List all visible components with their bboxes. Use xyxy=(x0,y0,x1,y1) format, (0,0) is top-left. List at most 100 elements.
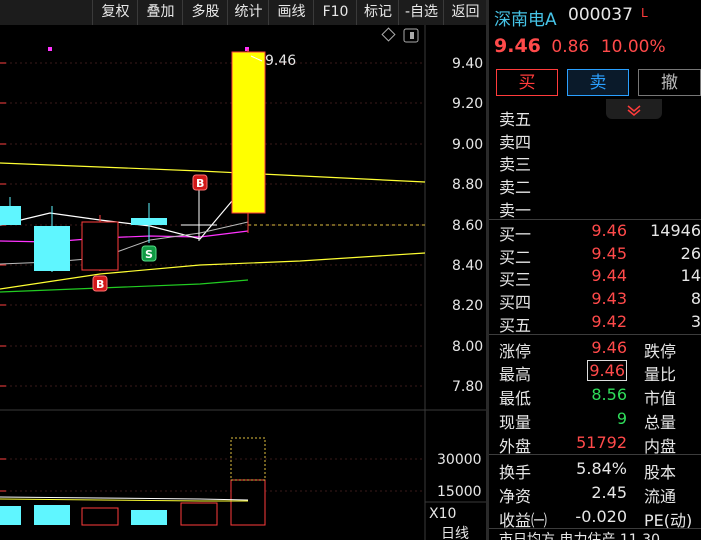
stat-label: 换手 xyxy=(499,463,532,482)
stat-value: 5.84% xyxy=(576,459,627,478)
stat-row: 涨停 9.46 跌停 xyxy=(489,336,701,361)
volume-bars xyxy=(0,437,266,526)
ma10-line xyxy=(0,162,426,183)
stat-row: 换手 5.84% 股本 xyxy=(489,457,701,482)
candle xyxy=(231,51,266,214)
bid-price: 9.44 xyxy=(591,266,627,285)
bid-row[interactable]: 买二 9.45 26 xyxy=(489,242,701,267)
bid-volume: 3 xyxy=(690,312,701,331)
volume-bar xyxy=(180,502,218,526)
ask-row[interactable]: 卖二 xyxy=(489,172,701,197)
divider xyxy=(489,454,701,455)
stat-row: 最高 9.46 量比 xyxy=(489,359,701,384)
bid-row[interactable]: 买三 9.44 14 xyxy=(489,264,701,289)
volume-bar xyxy=(34,505,70,525)
buy-marker[interactable]: B xyxy=(92,275,108,292)
stat-row: 收益㈠ -0.020 PE(动) xyxy=(489,505,701,530)
volume-tick-label: 15000 xyxy=(437,484,482,500)
toolbar-drawline-button[interactable]: 画线 xyxy=(268,0,314,25)
ask-row[interactable]: 卖三 xyxy=(489,149,701,174)
stat-label: 最低 xyxy=(499,389,532,408)
ask-row[interactable]: 卖四 xyxy=(489,127,701,152)
price-change: 0.86 xyxy=(551,37,590,57)
volume-bar xyxy=(131,510,167,525)
ask-row[interactable]: 卖一 xyxy=(489,195,701,220)
stat-value: 51792 xyxy=(576,433,627,452)
cancel-button[interactable]: 撤 xyxy=(638,69,701,96)
candle xyxy=(131,218,167,225)
ask-label: 卖一 xyxy=(499,201,532,220)
price-tick-label: 8.40 xyxy=(452,258,483,274)
svg-text:B: B xyxy=(96,278,104,291)
volume-bar xyxy=(81,507,119,526)
marker-dot xyxy=(48,47,52,51)
toolbar-mark-button[interactable]: 标记 xyxy=(356,0,399,25)
stat-value: 9.46 xyxy=(587,360,627,381)
diamond-icon[interactable] xyxy=(381,27,396,42)
quote-panel: 深南电A 000037 L 9.46 0.86 10.00% 买 卖 撤 卖五 … xyxy=(489,0,701,540)
volume-bar xyxy=(230,479,266,526)
kline-chart[interactable]: 9.40 9.20 9.00 8.80 8.60 8.40 8.20 8.00 … xyxy=(0,25,486,540)
kline-candles xyxy=(0,49,266,272)
stat-row: 净资 2.45 流通 xyxy=(489,481,701,506)
toolbar-overlay-button[interactable]: 叠加 xyxy=(137,0,183,25)
bid-row[interactable]: 买五 9.42 3 xyxy=(489,310,701,335)
bid-volume: 8 xyxy=(690,289,701,308)
toolbar-remove-watchlist-button[interactable]: -自选 xyxy=(398,0,444,25)
svg-text:B: B xyxy=(196,177,204,190)
price-change-pct: 10.00% xyxy=(600,37,666,57)
stat-label: 市值 xyxy=(644,389,677,408)
ask-row[interactable]: 卖五 xyxy=(489,104,701,129)
volume-tick-label: 30000 xyxy=(437,452,482,468)
bid-volume: 26 xyxy=(680,244,701,263)
buy-marker[interactable]: B xyxy=(192,174,208,191)
bid-row[interactable]: 买一 9.46 14946 xyxy=(489,219,701,244)
divider xyxy=(489,528,701,529)
buy-button[interactable]: 买 xyxy=(496,69,558,96)
chart-toolbar: 复权 叠加 多股 统计 画线 F10 标记 -自选 返回 xyxy=(0,0,486,25)
bid-volume: 14 xyxy=(680,266,701,285)
price-tick-label: 9.00 xyxy=(452,137,483,153)
bid-row[interactable]: 买四 9.43 8 xyxy=(489,287,701,312)
sell-marker[interactable]: S xyxy=(141,245,157,262)
stat-label: 量比 xyxy=(644,365,677,384)
bid-price: 9.42 xyxy=(591,312,627,331)
volume-unit-label: X10 xyxy=(429,506,456,522)
price-tick-label: 8.00 xyxy=(452,339,483,355)
candle xyxy=(0,206,21,225)
price-tick-label: 9.40 xyxy=(452,56,483,72)
price-tick-label: 7.80 xyxy=(452,379,483,395)
bid-price: 9.43 xyxy=(591,289,627,308)
toolbar-fuquan-button[interactable]: 复权 xyxy=(92,0,138,25)
sell-button[interactable]: 卖 xyxy=(567,69,629,96)
stat-value: -0.020 xyxy=(575,507,627,526)
stat-value: 9.46 xyxy=(591,338,627,357)
stock-header: 深南电A 000037 L xyxy=(489,0,701,32)
stat-label: 净资 xyxy=(499,487,532,506)
stat-label: 最高 xyxy=(499,365,532,384)
stat-label: 总量 xyxy=(644,413,677,432)
svg-text:S: S xyxy=(145,248,153,261)
bid-volume: 14946 xyxy=(650,221,701,240)
price-tick-label: 8.80 xyxy=(452,177,483,193)
toolbar-f10-button[interactable]: F10 xyxy=(313,0,357,25)
candle xyxy=(34,226,70,271)
price-tick-label: 9.20 xyxy=(452,96,483,112)
bid-label: 买五 xyxy=(499,316,532,335)
candle xyxy=(81,221,119,271)
stock-flag: L xyxy=(641,6,648,20)
price-tick-label: 8.60 xyxy=(452,218,483,234)
stat-row: 外盘 51792 内盘 xyxy=(489,431,701,456)
stock-name[interactable]: 深南电A xyxy=(494,5,557,30)
price-tick-label: 8.20 xyxy=(452,298,483,314)
current-price: 9.46 xyxy=(494,35,541,57)
stat-row: 最低 8.56 市值 xyxy=(489,383,701,408)
toolbar-multistock-button[interactable]: 多股 xyxy=(182,0,228,25)
stat-label: 流通 xyxy=(644,487,677,506)
stat-row: 现量 9 总量 xyxy=(489,407,701,432)
window-icon[interactable] xyxy=(403,28,419,43)
toolbar-stats-button[interactable]: 统计 xyxy=(227,0,269,25)
period-label: 日线 xyxy=(441,526,469,540)
stat-label: 现量 xyxy=(499,413,532,432)
toolbar-back-button[interactable]: 返回 xyxy=(443,0,487,25)
